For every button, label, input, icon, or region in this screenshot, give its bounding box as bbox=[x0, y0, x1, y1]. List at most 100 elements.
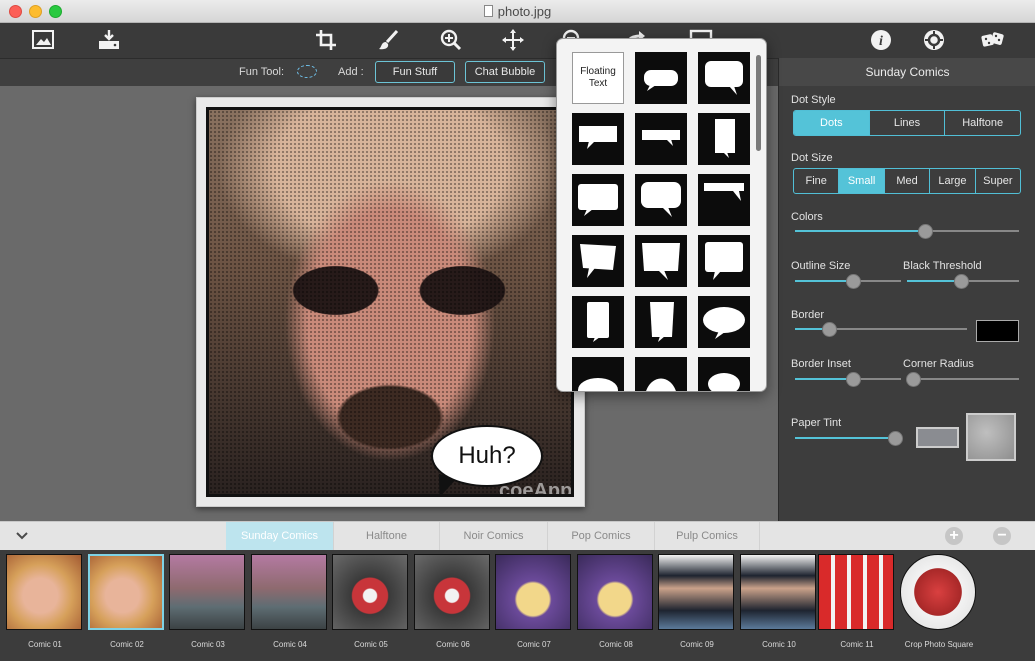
dot-size-small[interactable]: Small bbox=[838, 169, 884, 193]
preset-label: Comic 04 bbox=[273, 640, 307, 649]
fun-stuff-button[interactable]: Fun Stuff bbox=[375, 61, 455, 83]
tab-pop-comics[interactable]: Pop Comics bbox=[548, 522, 655, 550]
border-inset-label: Border Inset bbox=[791, 358, 851, 370]
tab-sunday-comics[interactable]: Sunday Comics bbox=[226, 522, 334, 550]
bubble-shape-option[interactable] bbox=[698, 52, 750, 104]
corner-radius-slider[interactable] bbox=[905, 372, 1019, 387]
bubble-shape-option[interactable] bbox=[572, 296, 624, 348]
outline-size-slider[interactable] bbox=[795, 274, 901, 289]
slider-knob[interactable] bbox=[888, 431, 903, 446]
paper-texture-swatch[interactable] bbox=[966, 413, 1016, 461]
remove-preset-button[interactable]: − bbox=[993, 527, 1011, 545]
zoom-in-icon[interactable] bbox=[436, 27, 466, 53]
black-threshold-slider[interactable] bbox=[907, 274, 1019, 289]
bubble-grid: Floating Text bbox=[572, 52, 752, 391]
bubble-shape-option[interactable] bbox=[635, 52, 687, 104]
brush-icon[interactable] bbox=[374, 27, 404, 53]
bubble-shape-option[interactable] bbox=[635, 357, 687, 391]
slider-knob[interactable] bbox=[953, 274, 969, 289]
colors-slider[interactable] bbox=[795, 224, 1019, 239]
paper-tint-color-swatch[interactable] bbox=[916, 427, 959, 448]
dot-size-super[interactable]: Super bbox=[974, 169, 1020, 193]
speech-bubble-icon bbox=[579, 126, 617, 149]
chevron-down-icon[interactable] bbox=[15, 529, 29, 543]
lasso-tool-icon[interactable] bbox=[297, 65, 317, 78]
settings-icon[interactable] bbox=[919, 27, 949, 53]
bubble-shape-option[interactable] bbox=[698, 113, 750, 165]
bubble-shape-option[interactable] bbox=[698, 357, 750, 391]
crop-icon[interactable] bbox=[312, 27, 342, 53]
bubble-shape-option[interactable] bbox=[698, 296, 750, 348]
black-threshold-label: Black Threshold bbox=[903, 260, 982, 272]
popover-scrollbar[interactable] bbox=[756, 55, 761, 151]
preset-preview-image bbox=[88, 554, 164, 630]
chat-bubble-popover: Floating Text bbox=[556, 38, 767, 392]
preset-preview-image bbox=[818, 554, 894, 630]
bubble-shape-option[interactable] bbox=[635, 113, 687, 165]
preset-thumbnail[interactable]: Comic 05 bbox=[332, 554, 410, 649]
preset-label: Comic 11 bbox=[840, 640, 874, 649]
dot-size-large[interactable]: Large bbox=[929, 169, 974, 193]
tab-noir-comics[interactable]: Noir Comics bbox=[440, 522, 548, 550]
preset-preview-image bbox=[169, 554, 245, 630]
preset-thumbnail[interactable]: Comic 06 bbox=[414, 554, 492, 649]
speech-bubble[interactable]: Huh? bbox=[431, 425, 543, 487]
watermark-text: coeApp bbox=[499, 480, 573, 497]
chat-bubble-button[interactable]: Chat Bubble bbox=[465, 61, 545, 83]
bubble-shape-option[interactable] bbox=[572, 174, 624, 226]
bubble-shape-option[interactable] bbox=[635, 296, 687, 348]
bubble-shape-option[interactable] bbox=[572, 235, 624, 287]
border-inset-slider[interactable] bbox=[795, 372, 901, 387]
preset-preview-image bbox=[740, 554, 816, 630]
speech-bubble-icon bbox=[587, 302, 609, 342]
dot-size-med[interactable]: Med bbox=[883, 169, 929, 193]
photo-icon[interactable] bbox=[28, 27, 58, 53]
preset-preview-image bbox=[332, 554, 408, 630]
preset-thumbnail[interactable]: Crop Photo Square bbox=[900, 554, 978, 649]
preset-thumbnail[interactable]: Comic 01 bbox=[6, 554, 84, 649]
bubble-shape-option[interactable] bbox=[698, 235, 750, 287]
bubble-shape-option[interactable] bbox=[572, 113, 624, 165]
dot-style-halftone[interactable]: Halftone bbox=[944, 111, 1020, 135]
add-preset-button[interactable]: + bbox=[945, 527, 963, 545]
bubble-shape-option[interactable] bbox=[572, 357, 624, 391]
panel-title: Sunday Comics bbox=[779, 58, 1035, 86]
preset-thumbnail[interactable]: Comic 10 bbox=[740, 554, 818, 649]
preset-thumbnail[interactable]: Comic 07 bbox=[495, 554, 573, 649]
slider-knob[interactable] bbox=[905, 372, 921, 387]
paper-tint-slider[interactable] bbox=[795, 431, 903, 446]
dot-style-dots[interactable]: Dots bbox=[794, 111, 869, 135]
bubble-shape-option[interactable] bbox=[635, 174, 687, 226]
preset-thumbnail[interactable]: Comic 08 bbox=[577, 554, 655, 649]
slider-knob[interactable] bbox=[917, 224, 933, 239]
dot-style-lines[interactable]: Lines bbox=[868, 111, 945, 135]
preset-label: Comic 10 bbox=[762, 640, 796, 649]
dot-size-fine[interactable]: Fine bbox=[794, 169, 838, 193]
speech-bubble-icon bbox=[705, 242, 743, 280]
preset-label: Comic 06 bbox=[436, 640, 470, 649]
preset-thumbnail[interactable]: Comic 04 bbox=[251, 554, 329, 649]
preset-thumbnail[interactable]: Comic 03 bbox=[169, 554, 247, 649]
slider-knob[interactable] bbox=[846, 274, 862, 289]
tab-halftone[interactable]: Halftone bbox=[334, 522, 440, 550]
info-icon[interactable]: i bbox=[866, 27, 896, 53]
speech-bubble-icon bbox=[708, 373, 740, 391]
tab-pulp-comics[interactable]: Pulp Comics bbox=[655, 522, 760, 550]
preset-thumbnail[interactable]: Comic 11 bbox=[818, 554, 896, 649]
border-color-swatch[interactable] bbox=[976, 320, 1019, 342]
preset-thumbnail[interactable]: Comic 02 bbox=[88, 554, 166, 649]
comic-photo[interactable]: Huh? coeApp bbox=[206, 107, 574, 497]
preset-thumbnail[interactable]: Comic 09 bbox=[658, 554, 736, 649]
add-label: Add : bbox=[338, 66, 364, 78]
save-tray-icon[interactable] bbox=[94, 27, 124, 53]
slider-knob[interactable] bbox=[822, 322, 838, 337]
slider-knob[interactable] bbox=[846, 372, 862, 387]
preset-preview-image bbox=[6, 554, 82, 630]
bubble-shape-option[interactable] bbox=[635, 235, 687, 287]
move-icon[interactable] bbox=[498, 27, 528, 53]
border-slider[interactable] bbox=[795, 322, 967, 337]
speech-bubble-icon bbox=[642, 130, 680, 146]
bubble-shape-option[interactable] bbox=[698, 174, 750, 226]
dice-icon[interactable] bbox=[978, 27, 1008, 53]
floating-text-option[interactable]: Floating Text bbox=[572, 52, 624, 104]
